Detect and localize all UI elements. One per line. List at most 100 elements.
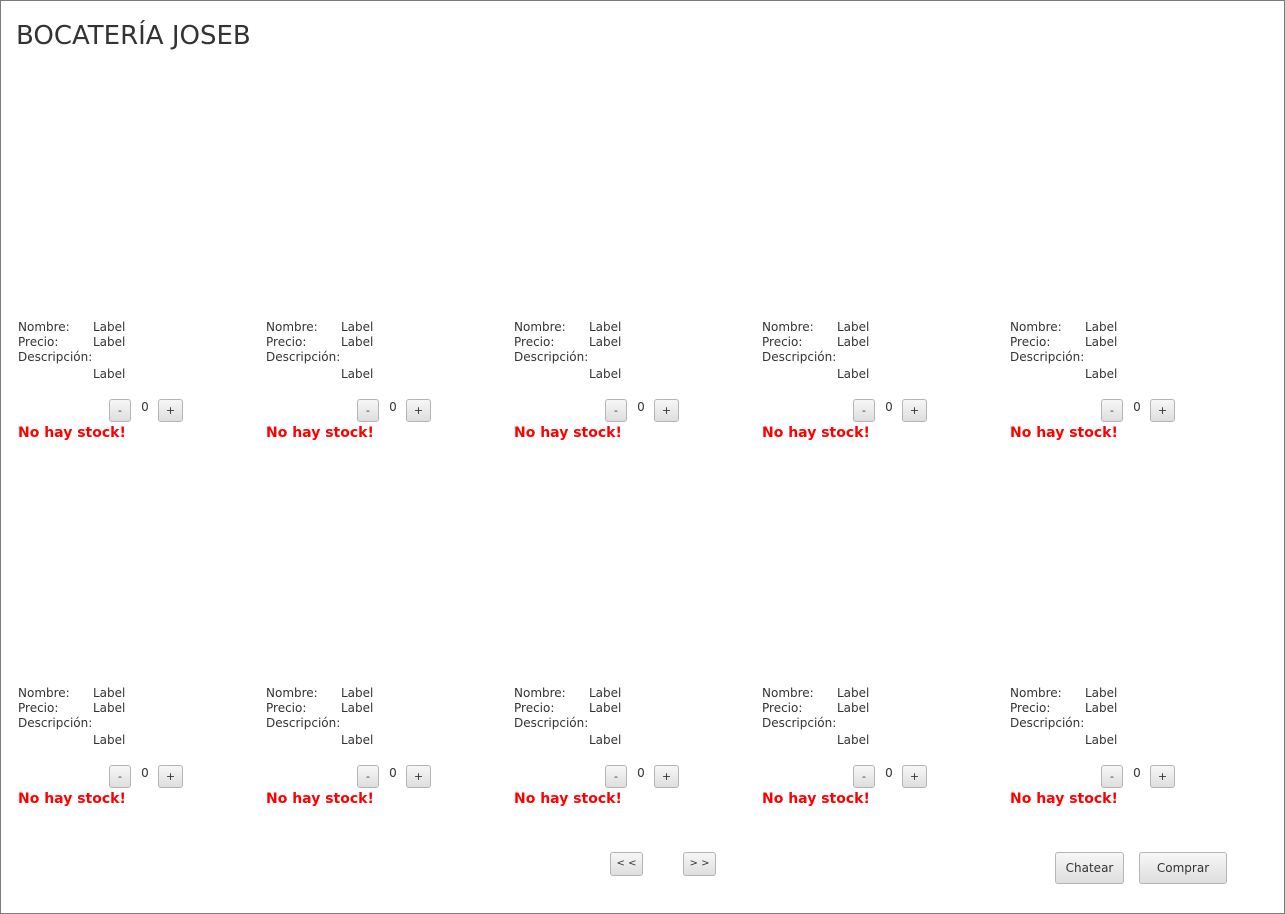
nombre-value: Label	[93, 686, 126, 700]
nombre-label: Nombre:	[18, 686, 70, 700]
nombre-value: Label	[837, 320, 870, 334]
descripcion-label: Descripción:	[1010, 350, 1085, 364]
product-card: Nombre: Label Precio: Label Descripción: Labe…	[1010, 319, 1250, 459]
product-card: Nombre: Label Precio: Label Descripción: Labe…	[266, 319, 506, 459]
precio-label: Precio:	[266, 701, 307, 715]
prev-page-button[interactable]: < <	[610, 852, 643, 876]
descripcion-label: Descripción:	[514, 716, 589, 730]
precio-value: Label	[1085, 701, 1118, 715]
quantity-value: 0	[389, 766, 397, 780]
decrease-quantity-button[interactable]: -	[357, 765, 379, 788]
descripcion-value: Label	[1085, 733, 1118, 747]
nombre-label: Nombre:	[266, 320, 318, 334]
descripcion-value: Label	[589, 367, 622, 381]
decrease-quantity-button[interactable]: -	[605, 765, 627, 788]
increase-quantity-button[interactable]: +	[654, 399, 679, 422]
increase-quantity-button[interactable]: +	[1150, 765, 1175, 788]
descripcion-label: Descripción:	[266, 716, 341, 730]
descripcion-label: Descripción:	[18, 350, 93, 364]
increase-quantity-button[interactable]: +	[158, 399, 183, 422]
increase-quantity-button[interactable]: +	[406, 399, 431, 422]
product-card: Nombre: Label Precio: Label Descripción: Labe…	[266, 685, 506, 825]
quantity-value: 0	[141, 400, 149, 414]
product-card: Nombre: Label Precio: Label Descripción: Labe…	[762, 319, 1002, 459]
product-card: Nombre: Label Precio: Label Descripción: Labe…	[514, 685, 754, 825]
out-of-stock-message: No hay stock!	[266, 425, 374, 441]
descripcion-value: Label	[93, 367, 126, 381]
nombre-label: Nombre:	[762, 686, 814, 700]
increase-quantity-button[interactable]: +	[406, 765, 431, 788]
decrease-quantity-button[interactable]: -	[357, 399, 379, 422]
precio-value: Label	[589, 701, 622, 715]
increase-quantity-button[interactable]: +	[158, 765, 183, 788]
increase-quantity-button[interactable]: +	[654, 765, 679, 788]
precio-label: Precio:	[514, 701, 555, 715]
decrease-quantity-button[interactable]: -	[1101, 765, 1123, 788]
quantity-value: 0	[1133, 400, 1141, 414]
quantity-value: 0	[885, 400, 893, 414]
nombre-value: Label	[341, 686, 374, 700]
precio-value: Label	[341, 701, 374, 715]
decrease-quantity-button[interactable]: -	[605, 399, 627, 422]
precio-value: Label	[1085, 335, 1118, 349]
quantity-value: 0	[637, 766, 645, 780]
out-of-stock-message: No hay stock!	[1010, 791, 1118, 807]
precio-label: Precio:	[762, 701, 803, 715]
descripcion-value: Label	[837, 367, 870, 381]
precio-value: Label	[93, 335, 126, 349]
chat-button[interactable]: Chatear	[1055, 852, 1124, 884]
decrease-quantity-button[interactable]: -	[853, 765, 875, 788]
nombre-label: Nombre:	[266, 686, 318, 700]
precio-label: Precio:	[1010, 335, 1051, 349]
descripcion-value: Label	[837, 733, 870, 747]
product-card: Nombre: Label Precio: Label Descripción: Labe…	[762, 685, 1002, 825]
increase-quantity-button[interactable]: +	[902, 399, 927, 422]
descripcion-value: Label	[341, 733, 374, 747]
descripcion-value: Label	[93, 733, 126, 747]
product-card: Nombre: Label Precio: Label Descripción: Labe…	[18, 685, 258, 825]
app-window: BOCATERÍA JOSEB Nombre: Label Precio: Label…	[0, 0, 1285, 914]
nombre-value: Label	[1085, 686, 1118, 700]
precio-value: Label	[837, 335, 870, 349]
out-of-stock-message: No hay stock!	[18, 425, 126, 441]
increase-quantity-button[interactable]: +	[902, 765, 927, 788]
out-of-stock-message: No hay stock!	[762, 425, 870, 441]
quantity-value: 0	[885, 766, 893, 780]
descripcion-value: Label	[589, 733, 622, 747]
out-of-stock-message: No hay stock!	[514, 791, 622, 807]
decrease-quantity-button[interactable]: -	[109, 399, 131, 422]
quantity-value: 0	[141, 766, 149, 780]
descripcion-value: Label	[341, 367, 374, 381]
next-page-button[interactable]: > >	[683, 852, 716, 876]
increase-quantity-button[interactable]: +	[1150, 399, 1175, 422]
nombre-value: Label	[589, 686, 622, 700]
nombre-value: Label	[341, 320, 374, 334]
precio-label: Precio:	[514, 335, 555, 349]
descripcion-label: Descripción:	[18, 716, 93, 730]
buy-button[interactable]: Comprar	[1139, 852, 1227, 884]
nombre-label: Nombre:	[1010, 320, 1062, 334]
precio-label: Precio:	[762, 335, 803, 349]
precio-label: Precio:	[18, 335, 59, 349]
decrease-quantity-button[interactable]: -	[1101, 399, 1123, 422]
app-title: BOCATERÍA JOSEB	[16, 21, 251, 51]
nombre-label: Nombre:	[514, 320, 566, 334]
precio-label: Precio:	[18, 701, 59, 715]
precio-value: Label	[341, 335, 374, 349]
precio-value: Label	[837, 701, 870, 715]
product-card: Nombre: Label Precio: Label Descripción: Labe…	[1010, 685, 1250, 825]
nombre-label: Nombre:	[18, 320, 70, 334]
nombre-label: Nombre:	[514, 686, 566, 700]
nombre-value: Label	[837, 686, 870, 700]
decrease-quantity-button[interactable]: -	[109, 765, 131, 788]
decrease-quantity-button[interactable]: -	[853, 399, 875, 422]
descripcion-label: Descripción:	[762, 716, 837, 730]
descripcion-label: Descripción:	[1010, 716, 1085, 730]
precio-value: Label	[589, 335, 622, 349]
nombre-value: Label	[1085, 320, 1118, 334]
nombre-value: Label	[93, 320, 126, 334]
out-of-stock-message: No hay stock!	[18, 791, 126, 807]
nombre-value: Label	[589, 320, 622, 334]
quantity-value: 0	[1133, 766, 1141, 780]
product-card: Nombre: Label Precio: Label Descripción: Labe…	[18, 319, 258, 459]
